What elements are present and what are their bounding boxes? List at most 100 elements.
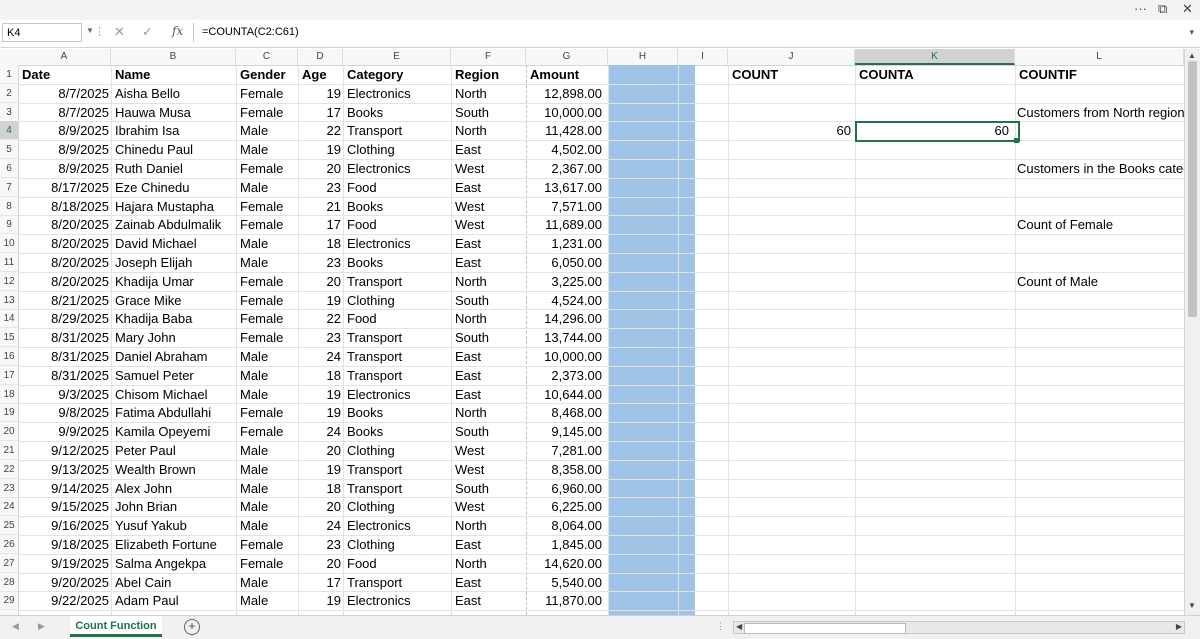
cell-date[interactable]: 9/9/2025 [22, 422, 109, 441]
cell-category[interactable]: Clothing [347, 441, 447, 460]
cell-region[interactable]: West [455, 460, 522, 479]
row-header[interactable]: 28 [0, 573, 18, 592]
cell-date[interactable]: 8/20/2025 [22, 272, 109, 291]
cell-gender[interactable]: Male [240, 516, 294, 535]
row-header[interactable]: 4 [0, 121, 18, 141]
cell-age[interactable]: 24 [302, 347, 341, 366]
cell-gender[interactable]: Male [240, 385, 294, 404]
prev-sheet-icon[interactable]: ◀ [12, 621, 19, 632]
cell-name[interactable]: Hauwa Musa [115, 103, 237, 122]
cell-name[interactable]: Ibrahim Isa [115, 121, 237, 140]
cell-name[interactable]: Peter Paul [115, 441, 237, 460]
cell-name[interactable]: Kamila Opeyemi [115, 422, 237, 441]
row-header[interactable]: 9 [0, 215, 18, 235]
cell-amount[interactable]: 14,620.00 [530, 554, 602, 573]
cell-amount[interactable]: 11,870.00 [530, 591, 602, 610]
cell-age[interactable]: 24 [302, 422, 341, 441]
cell-amount[interactable]: 8,468.00 [530, 403, 602, 422]
cell-category[interactable]: Food [347, 215, 447, 234]
cell-age[interactable]: 20 [302, 554, 341, 573]
row-header[interactable]: 10 [0, 234, 18, 254]
cell-category[interactable]: Transport [347, 347, 447, 366]
cell-date[interactable]: 9/15/2025 [22, 497, 109, 516]
header-counta[interactable]: COUNTA [859, 65, 1011, 84]
cell-category[interactable]: Clothing [347, 140, 447, 159]
cell-date[interactable]: 8/9/2025 [22, 121, 109, 140]
expand-formula-bar-icon[interactable]: ▾ [1189, 27, 1194, 38]
row-header[interactable]: 8 [0, 197, 18, 216]
cell-gender[interactable]: Male [240, 253, 294, 272]
cell-region[interactable]: East [455, 234, 522, 253]
cell-amount[interactable]: 11,428.00 [530, 121, 602, 140]
column-header-i[interactable]: I [678, 49, 728, 65]
vertical-scroll-thumb[interactable] [1188, 61, 1197, 317]
row-header[interactable]: 1 [0, 65, 18, 84]
scroll-left-icon[interactable]: ◀ [736, 622, 742, 631]
cell-region[interactable]: East [455, 347, 522, 366]
row-header[interactable]: 19 [0, 403, 18, 423]
cell-age[interactable]: 23 [302, 178, 341, 197]
cell-amount[interactable]: 7,571.00 [530, 197, 602, 216]
cell-region[interactable]: North [455, 121, 522, 140]
cell-age[interactable]: 17 [302, 573, 341, 592]
cell-date[interactable]: 8/7/2025 [22, 103, 109, 122]
cell-amount[interactable]: 9,145.00 [530, 422, 602, 441]
cell-gender[interactable]: Female [240, 159, 294, 178]
cell-gender[interactable]: Male [240, 140, 294, 159]
cell-age[interactable]: 23 [302, 253, 341, 272]
cell-region[interactable]: West [455, 197, 522, 216]
cell-category[interactable]: Transport [347, 272, 447, 291]
fill-handle[interactable] [1014, 138, 1019, 143]
cell-gender[interactable]: Female [240, 84, 294, 103]
horizontal-scrollbar[interactable]: ◀ ▶ [733, 621, 1185, 634]
cell-gender[interactable]: Female [240, 422, 294, 441]
cell-date[interactable]: 8/18/2025 [22, 197, 109, 216]
row-header[interactable]: 5 [0, 140, 18, 160]
cell-amount[interactable]: 7,281.00 [530, 441, 602, 460]
cell-region[interactable]: East [455, 253, 522, 272]
cell-date[interactable]: 8/31/2025 [22, 347, 109, 366]
cell-region[interactable]: East [455, 366, 522, 385]
cell-gender[interactable]: Female [240, 103, 294, 122]
row-header[interactable]: 20 [0, 422, 18, 442]
cell-amount[interactable]: 12,898.00 [530, 84, 602, 103]
row-header[interactable]: 21 [0, 441, 18, 460]
cell-gender[interactable]: Female [240, 215, 294, 234]
cell-name[interactable]: Adam Paul [115, 591, 237, 610]
cell-amount[interactable]: 2,373.00 [530, 366, 602, 385]
cell-amount[interactable]: 6,050.00 [530, 253, 602, 272]
cell-region[interactable]: North [455, 84, 522, 103]
cell-region[interactable]: West [455, 159, 522, 178]
cell-gender[interactable]: Male [240, 234, 294, 253]
cell-gender[interactable]: Male [240, 347, 294, 366]
active-cell-selection[interactable] [855, 121, 1020, 142]
cell-gender[interactable]: Male [240, 497, 294, 516]
cell-date[interactable]: 8/9/2025 [22, 140, 109, 159]
insert-function-icon[interactable]: fx [172, 24, 183, 38]
cell-date[interactable]: 8/31/2025 [22, 366, 109, 385]
cell-gender[interactable]: Male [240, 178, 294, 197]
cell-date[interactable]: 9/19/2025 [22, 554, 109, 573]
cell-amount[interactable]: 2,367.00 [530, 159, 602, 178]
cell-gender[interactable]: Female [240, 554, 294, 573]
scroll-down-icon[interactable]: ▼ [1188, 601, 1196, 610]
column-header-d[interactable]: D [298, 49, 343, 65]
cell-gender[interactable]: Male [240, 366, 294, 385]
count-result-cell[interactable]: 60 [732, 121, 851, 140]
cell-amount[interactable]: 10,000.00 [530, 347, 602, 366]
chevron-down-icon[interactable]: ▼ [86, 26, 94, 35]
scroll-right-icon[interactable]: ▶ [1176, 622, 1182, 631]
cell-region[interactable]: West [455, 215, 522, 234]
cell-name[interactable]: John Brian [115, 497, 237, 516]
enter-icon[interactable]: ✓ [142, 24, 153, 40]
header-name[interactable]: Name [115, 65, 232, 84]
header-countif[interactable]: COUNTIF [1019, 65, 1184, 84]
cell-name[interactable]: Wealth Brown [115, 460, 237, 479]
header-region[interactable]: Region [455, 65, 522, 84]
countif-label-cell[interactable]: Customers in the Books category [1017, 159, 1184, 178]
cell-category[interactable]: Transport [347, 573, 447, 592]
cell-date[interactable]: 8/29/2025 [22, 309, 109, 328]
cell-category[interactable]: Electronics [347, 516, 447, 535]
cell-region[interactable]: South [455, 103, 522, 122]
countif-label-cell[interactable]: Count of Male [1017, 272, 1184, 291]
